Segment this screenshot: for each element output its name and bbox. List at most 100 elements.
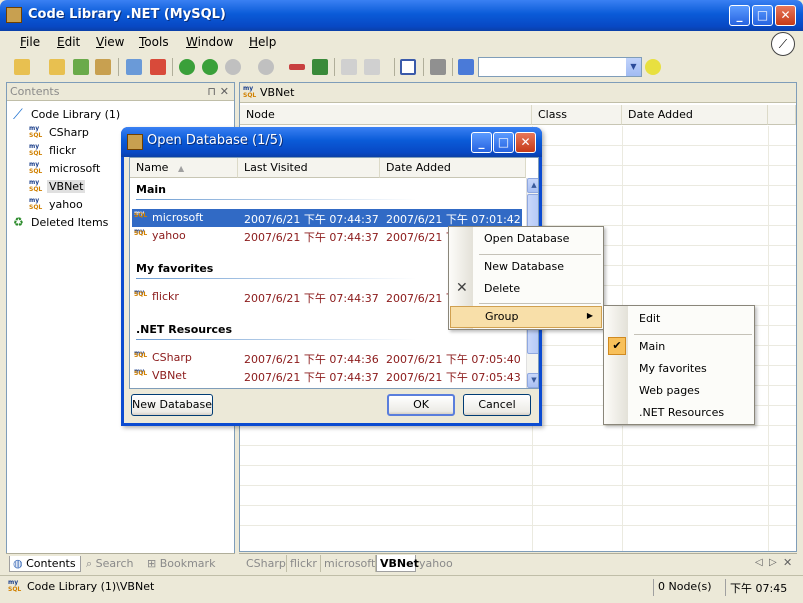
refresh-icon[interactable]: [73, 59, 89, 75]
minimize-button[interactable]: _: [729, 5, 750, 26]
tab-scroll-right-icon[interactable]: ▷: [769, 557, 777, 568]
list-item[interactable]: my SQL VBNet 2007/6/21 下午 07:44:37 2007/6…: [132, 367, 522, 385]
bookmark-icon: ⊞: [147, 557, 157, 570]
menu-view[interactable]: View: [96, 35, 124, 49]
grid-pane-header: my SQL VBNet: [240, 83, 796, 103]
submenu-item-my-favorites[interactable]: My favorites: [605, 358, 753, 380]
search-combo[interactable]: ▼: [478, 57, 642, 77]
column-date-added[interactable]: Date Added: [380, 158, 526, 178]
close-tab-icon[interactable]: ✕: [783, 556, 792, 569]
menu-item-delete[interactable]: ✕ Delete: [450, 278, 602, 300]
submenu-item-main[interactable]: ✔ Main: [605, 336, 753, 358]
up-icon[interactable]: [225, 59, 241, 75]
checkmark-icon: ✔: [608, 337, 626, 355]
mysql-icon: my SQL: [134, 210, 148, 219]
open-folder-icon[interactable]: [14, 59, 30, 75]
menu-file[interactable]: File: [20, 35, 40, 49]
mysql-icon[interactable]: [95, 59, 111, 75]
recycle-bin-icon: ♻: [13, 215, 24, 229]
folder-icon[interactable]: [49, 59, 65, 75]
menu-item-open-database[interactable]: Open Database: [450, 228, 602, 250]
submenu-arrow-icon: ▶: [586, 311, 593, 320]
submenu-item-web-pages[interactable]: Web pages: [605, 380, 753, 402]
doc-tab-yahoo[interactable]: yahoo: [416, 555, 456, 572]
close-pane-icon[interactable]: ✕: [220, 85, 229, 98]
ok-button[interactable]: OK: [387, 394, 455, 416]
left-tab-strip: ◍ Contents ⌕ Search ⊞ Bookmark: [6, 553, 235, 573]
tab-bookmark[interactable]: ⊞ Bookmark: [144, 556, 224, 572]
menu-tools[interactable]: Tools: [139, 35, 169, 49]
mysql-icon: my SQL: [243, 85, 257, 99]
doc-tab-vbnet[interactable]: VBNet: [376, 555, 419, 572]
group-header-net-resources: .NET Resources: [136, 323, 233, 336]
print-icon[interactable]: [364, 59, 380, 75]
window-titlebar[interactable]: Code Library .NET (MySQL) _ □ ✕: [0, 0, 803, 31]
list-item[interactable]: my SQL microsoft 2007/6/21 下午 07:44:37 20…: [132, 209, 522, 227]
scroll-up-icon[interactable]: ▲: [527, 178, 538, 193]
window-title: Code Library .NET (MySQL): [28, 7, 226, 22]
tools-icon[interactable]: [430, 59, 446, 75]
contents-header: Contents ⊓ ✕: [7, 83, 234, 101]
context-menu: Open Database New Database ✕ Delete Grou…: [448, 226, 604, 330]
menu-help[interactable]: Help: [249, 35, 276, 49]
maximize-button[interactable]: □: [752, 5, 773, 26]
menu-item-group[interactable]: Group ▶: [450, 306, 602, 328]
clock-icon[interactable]: ⟋: [771, 32, 795, 56]
new-node-icon[interactable]: [126, 59, 142, 75]
submenu-item-net-resources[interactable]: .NET Resources: [605, 402, 753, 424]
cancel-button[interactable]: Cancel: [463, 394, 531, 416]
dialog-close-button[interactable]: ✕: [515, 132, 536, 153]
document-tab-strip: CSharp flickr microsoft VBNet yahoo ◁ ▷ …: [239, 553, 797, 573]
pin-icon[interactable]: ⊓: [207, 85, 216, 98]
dialog-maximize-button[interactable]: □: [493, 132, 514, 153]
mysql-icon: my SQL: [29, 161, 43, 175]
delete-icon[interactable]: [150, 59, 166, 75]
group-submenu: Edit ✔ Main My favorites Web pages .NET …: [603, 305, 755, 425]
mysql-icon: my SQL: [29, 179, 43, 193]
status-time: 下午 07:45: [725, 579, 791, 596]
dialog-titlebar[interactable]: Open Database (1/5) _ □ ✕: [121, 127, 542, 157]
go-icon[interactable]: [645, 59, 661, 75]
sort-ascending-icon: ▲: [177, 164, 185, 173]
doc-tab-microsoft[interactable]: microsoft: [321, 555, 376, 572]
menu-window[interactable]: Window: [186, 35, 233, 49]
chevron-down-icon[interactable]: ▼: [626, 58, 641, 76]
column-class[interactable]: Class: [532, 105, 622, 125]
column-date-added[interactable]: Date Added: [622, 105, 768, 125]
back-icon[interactable]: [179, 59, 195, 75]
group-header-main: Main: [136, 183, 166, 196]
close-button[interactable]: ✕: [775, 5, 796, 26]
doc-tab-flickr[interactable]: flickr: [287, 555, 321, 572]
tab-search[interactable]: ⌕ Search: [83, 556, 143, 572]
mysql-icon: my SQL: [29, 143, 43, 157]
delete-x-icon: ✕: [456, 280, 468, 296]
dialog-minimize-button[interactable]: _: [471, 132, 492, 153]
dialog-title: Open Database (1/5): [147, 133, 284, 148]
scroll-down-icon[interactable]: ▼: [527, 373, 538, 388]
column-last-visited[interactable]: Last Visited: [238, 158, 380, 178]
menu-item-new-database[interactable]: New Database: [450, 256, 602, 278]
column-node[interactable]: Node: [240, 105, 532, 125]
contents-icon: ◍: [13, 557, 23, 570]
tab-contents[interactable]: ◍ Contents: [9, 556, 81, 572]
column-name[interactable]: Name ▲: [130, 158, 238, 178]
copy-icon[interactable]: [341, 59, 357, 75]
collapse-icon[interactable]: [289, 64, 305, 70]
search-icon: ⌕: [86, 557, 93, 570]
doc-tab-csharp[interactable]: CSharp: [243, 555, 287, 572]
menu-edit[interactable]: Edit: [57, 35, 80, 49]
mysql-icon: my SQL: [29, 197, 43, 211]
mysql-icon: my SQL: [134, 368, 148, 377]
database-search-icon[interactable]: [458, 59, 474, 75]
expand-icon[interactable]: [312, 59, 328, 75]
tab-scroll-left-icon[interactable]: ◁: [755, 557, 763, 568]
down-icon[interactable]: [258, 59, 274, 75]
forward-icon[interactable]: [202, 59, 218, 75]
list-item[interactable]: my SQL CSharp 2007/6/21 下午 07:44:36 2007/…: [132, 349, 522, 367]
mysql-icon: my SQL: [29, 125, 43, 139]
fullscreen-icon[interactable]: [400, 59, 416, 75]
submenu-item-edit[interactable]: Edit: [605, 308, 753, 330]
menu-bar: File Edit View Tools Window Help ⟋: [0, 31, 803, 56]
new-database-button[interactable]: New Database: [131, 394, 213, 416]
group-header-my-favorites: My favorites: [136, 262, 214, 275]
